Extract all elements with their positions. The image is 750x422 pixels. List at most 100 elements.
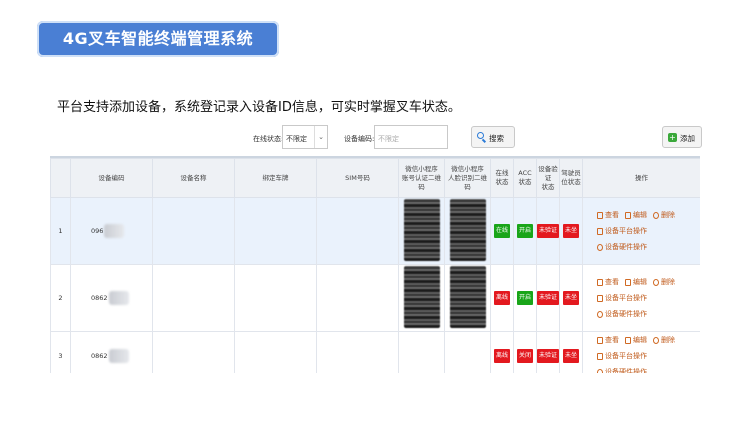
edit-label: 编辑 bbox=[633, 211, 647, 219]
table-row[interactable]: 3 0862 离线 关闭 未验证 未坐 查看 编辑 删除 设备平台操作设备硬件操作 bbox=[50, 331, 700, 373]
ops-cell: 查看 编辑 删除 设备平台操作设备硬件操作 bbox=[582, 197, 700, 265]
acc-cell: 开启 bbox=[513, 197, 537, 265]
add-button[interactable]: + 添加 bbox=[662, 126, 702, 148]
delete-link[interactable]: 删除 bbox=[653, 207, 675, 223]
view-label: 查看 bbox=[605, 336, 619, 344]
edit-link[interactable]: 编辑 bbox=[625, 332, 647, 348]
status-badge: 未坐 bbox=[562, 224, 579, 238]
add-button-label: 添加 bbox=[680, 134, 695, 143]
driver-cell: 未坐 bbox=[559, 331, 583, 373]
edit-icon bbox=[625, 211, 631, 219]
online-status-value: 不限定 bbox=[286, 135, 307, 143]
platform-op-link[interactable]: 设备平台操作 bbox=[597, 348, 647, 364]
plus-icon: + bbox=[668, 133, 677, 142]
device-code-cell: 096 bbox=[70, 197, 153, 265]
qr-code-icon[interactable] bbox=[449, 199, 486, 261]
status-badge: 开启 bbox=[516, 291, 533, 305]
delete-link[interactable]: 删除 bbox=[653, 332, 675, 348]
search-button-label: 搜索 bbox=[489, 134, 504, 143]
col-sim: SIM号码 bbox=[316, 158, 399, 198]
sim-cell bbox=[316, 331, 399, 373]
platform-op-link[interactable]: 设备平台操作 bbox=[597, 223, 647, 239]
delete-link[interactable]: 删除 bbox=[653, 274, 675, 290]
col-online: 在线 状态 bbox=[490, 158, 514, 198]
view-link[interactable]: 查看 bbox=[597, 274, 619, 290]
ops-cell: 查看 编辑 删除 设备平台操作设备硬件操作 bbox=[582, 264, 700, 332]
col-verify-line2: 状态 bbox=[541, 182, 555, 191]
platform-op-link[interactable]: 设备平台操作 bbox=[597, 290, 647, 306]
device-name-cell bbox=[152, 197, 235, 265]
col-verify: 设备验证 状态 bbox=[536, 158, 560, 198]
device-code: 0862 bbox=[91, 352, 108, 360]
monitor-icon bbox=[597, 294, 603, 302]
search-button[interactable]: 搜索 bbox=[471, 126, 515, 148]
hardware-op-label: 设备硬件操作 bbox=[605, 310, 647, 318]
plate-cell bbox=[234, 264, 317, 332]
qr-code-icon[interactable] bbox=[449, 266, 486, 328]
platform-op-label: 设备平台操作 bbox=[605, 227, 647, 235]
plate-cell bbox=[234, 331, 317, 373]
device-code-placeholder: 不限定 bbox=[378, 135, 399, 143]
driver-cell: 未坐 bbox=[559, 264, 583, 332]
table-row[interactable]: 1 096 在线 开启 未验证 未坐 查看 编辑 删除 设备平台操作设备硬件操作 bbox=[50, 197, 700, 265]
device-code-cell: 0862 bbox=[70, 264, 153, 332]
plate-cell bbox=[234, 197, 317, 265]
col-driver: 驾驶员 位状态 bbox=[559, 158, 583, 198]
platform-op-label: 设备平台操作 bbox=[605, 294, 647, 302]
hardware-op-link[interactable]: 设备硬件操作 bbox=[597, 239, 647, 255]
edit-label: 编辑 bbox=[633, 336, 647, 344]
view-link[interactable]: 查看 bbox=[597, 332, 619, 348]
hardware-op-label: 设备硬件操作 bbox=[605, 368, 647, 373]
device-code: 096 bbox=[91, 227, 104, 235]
hardware-op-label: 设备硬件操作 bbox=[605, 243, 647, 251]
status-badge: 开启 bbox=[516, 224, 533, 238]
view-link[interactable]: 查看 bbox=[597, 207, 619, 223]
edit-link[interactable]: 编辑 bbox=[625, 207, 647, 223]
page-title: 4G叉车智能终端管理系统 bbox=[62, 29, 254, 48]
delete-label: 删除 bbox=[661, 211, 675, 219]
hardware-op-link[interactable]: 设备硬件操作 bbox=[597, 306, 647, 322]
qr-code-icon[interactable] bbox=[403, 266, 440, 328]
col-qr-face-line2: 人脸识别二维码 bbox=[448, 173, 487, 191]
device-code-input[interactable]: 不限定 bbox=[374, 125, 448, 149]
monitor-icon bbox=[597, 227, 603, 235]
col-driver-line1: 驾驶员 bbox=[561, 169, 581, 177]
redaction-blur bbox=[104, 224, 125, 238]
trash-icon bbox=[597, 278, 603, 286]
device-code: 0862 bbox=[91, 294, 108, 302]
col-online-line2: 状态 bbox=[495, 178, 509, 186]
filter-bar: 在线状态: 不限定 ⌄ 设备编码: 不限定 搜索 + 添加 bbox=[0, 125, 750, 153]
col-name: 设备名称 bbox=[152, 158, 235, 198]
row-index: 3 bbox=[50, 331, 71, 373]
delete-icon bbox=[653, 211, 659, 219]
device-name-cell bbox=[152, 264, 235, 332]
edit-icon bbox=[625, 336, 631, 344]
qr-account-cell bbox=[398, 331, 445, 373]
monitor-icon bbox=[597, 352, 603, 360]
gear-icon bbox=[597, 243, 603, 251]
qr-face-cell bbox=[444, 264, 491, 332]
verify-cell: 未验证 bbox=[536, 331, 560, 373]
online-cell: 离线 bbox=[490, 331, 514, 373]
qr-account-cell bbox=[398, 264, 445, 332]
delete-label: 删除 bbox=[661, 278, 675, 286]
col-qr-account-line1: 微信小程序 bbox=[405, 164, 438, 173]
device-name-cell bbox=[152, 331, 235, 373]
online-cell: 离线 bbox=[490, 264, 514, 332]
status-badge: 未坐 bbox=[562, 349, 579, 363]
edit-link[interactable]: 编辑 bbox=[625, 274, 647, 290]
status-badge: 离线 bbox=[493, 349, 510, 363]
table-row[interactable]: 2 0862 离线 开启 未验证 未坐 查看 编辑 删除 设备平台操作设备硬件操作 bbox=[50, 264, 700, 332]
col-code: 设备编码 bbox=[70, 158, 153, 198]
online-status-select[interactable]: 不限定 ⌄ bbox=[282, 125, 328, 149]
col-acc-line2: 状态 bbox=[518, 178, 532, 186]
view-label: 查看 bbox=[605, 278, 619, 286]
status-badge: 未坐 bbox=[562, 291, 579, 305]
sim-cell bbox=[316, 197, 399, 265]
col-ops: 操作 bbox=[582, 158, 700, 198]
qr-code-icon[interactable] bbox=[403, 199, 440, 261]
col-qr-account: 微信小程序 账号认证二维码 bbox=[398, 158, 445, 198]
qr-face-cell bbox=[444, 197, 491, 265]
hardware-op-link[interactable]: 设备硬件操作 bbox=[597, 364, 647, 373]
trash-icon bbox=[597, 211, 603, 219]
